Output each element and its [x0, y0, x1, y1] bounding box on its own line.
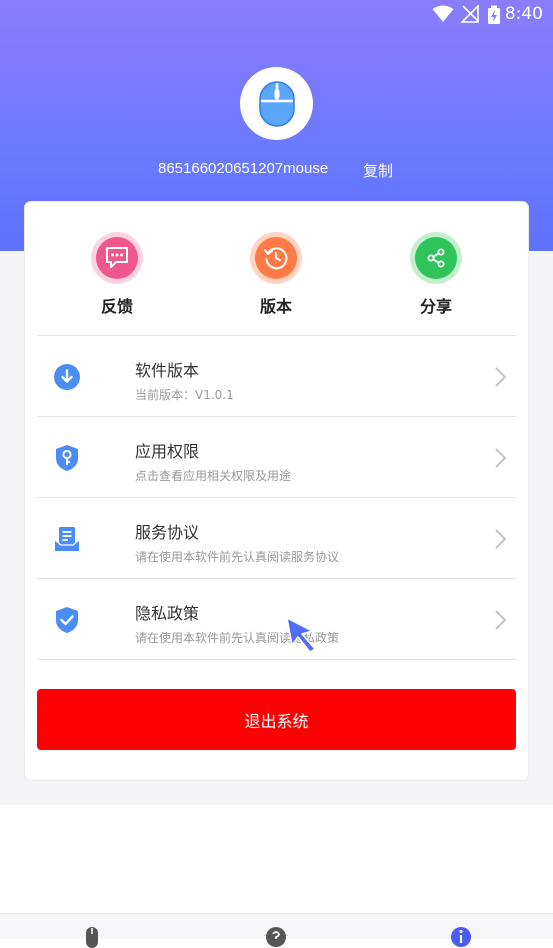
bottom-tab-bar — [0, 913, 553, 948]
agreement-icon — [54, 527, 80, 551]
version-label: 版本 — [259, 297, 292, 316]
menu-item-app-permissions[interactable]: 应用权限 点击查看应用相关权限及用途 — [37, 417, 516, 498]
tab-info-icon[interactable] — [450, 926, 472, 948]
menu-item-title: 应用权限 — [135, 442, 200, 461]
privacy-shield-icon — [56, 607, 78, 633]
logout-button[interactable]: 退出系统 — [37, 689, 516, 750]
version-button[interactable]: 版本 — [226, 232, 326, 317]
avatar[interactable] — [240, 67, 313, 140]
copy-button[interactable]: 复制 — [363, 160, 393, 181]
menu-item-subtitle: 请在使用本软件前先认真阅读服务协议 — [135, 550, 340, 564]
chevron-right-icon — [495, 529, 507, 549]
menu-item-privacy-policy[interactable]: 隐私政策 请在使用本软件前先认真阅读隐私政策 — [37, 579, 516, 660]
tab-mouse-icon[interactable] — [81, 926, 103, 948]
tab-help-icon[interactable] — [265, 926, 287, 948]
share-icon — [427, 248, 445, 268]
chevron-right-icon — [495, 367, 507, 387]
feedback-icon — [106, 247, 128, 268]
wifi-icon — [432, 5, 454, 22]
status-bar: 8:40 — [0, 0, 553, 30]
menu-item-subtitle: 当前版本：V1.0.1 — [135, 388, 234, 402]
status-time: 8:40 — [504, 4, 543, 24]
cursor-arrow-icon — [286, 617, 316, 653]
menu-item-title: 软件版本 — [135, 361, 200, 380]
version-icon-circle — [250, 232, 302, 284]
main-card: 反馈 版本 分享 软件版本 当前版本：V1.0.1 应用权限 点击查看应用相关权… — [25, 202, 528, 780]
battery-charging-icon — [488, 5, 500, 24]
menu-item-service-agreement[interactable]: 服务协议 请在使用本软件前先认真阅读服务协议 — [37, 498, 516, 579]
menu-item-title: 服务协议 — [135, 523, 200, 542]
share-label: 分享 — [419, 297, 452, 316]
key-shield-icon — [56, 445, 78, 471]
chevron-right-icon — [495, 448, 507, 468]
share-button[interactable]: 分享 — [386, 232, 486, 317]
menu-item-software-version[interactable]: 软件版本 当前版本：V1.0.1 — [37, 336, 516, 417]
menu-item-subtitle: 点击查看应用相关权限及用途 — [135, 469, 292, 483]
feedback-icon-circle — [91, 232, 143, 284]
history-clock-icon — [264, 247, 288, 270]
menu-item-title: 隐私政策 — [135, 604, 200, 623]
feedback-label: 反馈 — [100, 297, 133, 316]
share-icon-circle — [410, 232, 462, 284]
chevron-right-icon — [495, 610, 507, 630]
no-signal-icon — [461, 5, 479, 23]
download-icon — [54, 364, 80, 390]
feedback-button[interactable]: 反馈 — [67, 232, 167, 317]
device-id: 865166020651207mouse — [158, 160, 329, 177]
mouse-icon — [258, 80, 295, 127]
